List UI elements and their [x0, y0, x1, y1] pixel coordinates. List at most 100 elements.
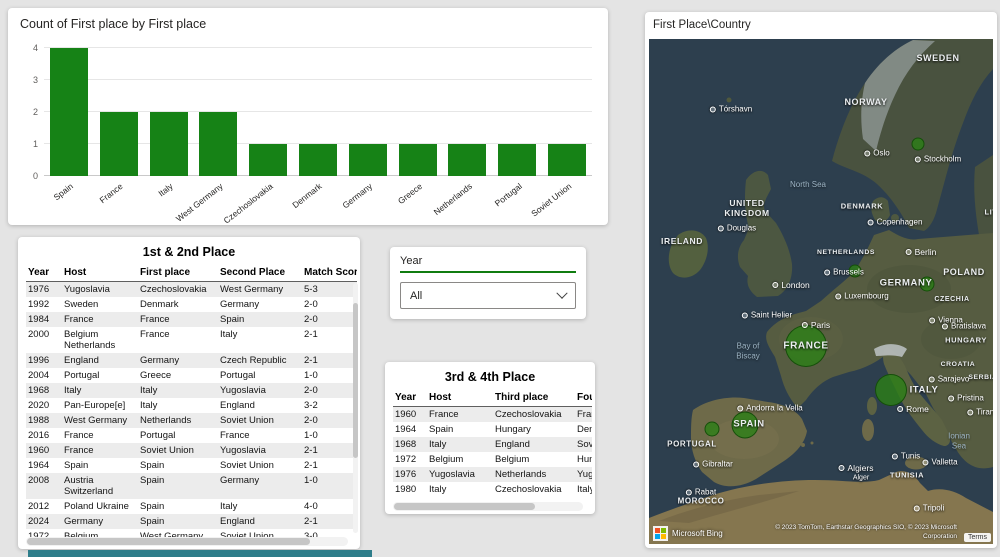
map-region-label: CROATIA — [940, 361, 976, 369]
table-cell: Czechoslovakia — [495, 484, 562, 495]
map-region-label: PORTUGAL — [667, 439, 717, 449]
bar-netherlands[interactable] — [448, 144, 487, 176]
city-name: Alger — [852, 474, 870, 482]
table-cell: Germany — [218, 473, 302, 499]
table-cell: Germany — [220, 299, 260, 310]
scrollbar-thumb[interactable] — [394, 503, 535, 510]
table-cell: 2012 — [28, 501, 50, 512]
table-cell: 3-2 — [304, 400, 318, 411]
x-slot: Denmark — [291, 178, 343, 224]
table-row[interactable]: 1984 France France Spain 2-0 — [26, 312, 357, 327]
map-region-label: LIT — [984, 207, 993, 217]
table-row[interactable]: 1996 England Germany Czech Republic 2-1 — [26, 353, 357, 368]
bar-west-germany[interactable] — [199, 112, 238, 176]
city-dot-icon — [693, 461, 700, 467]
bar-slot — [343, 144, 393, 176]
map-city-label: Tunis — [891, 452, 920, 461]
table-row[interactable]: 1976YugoslaviaNetherlandsYugoslavia — [393, 467, 592, 482]
city-dot-icon — [928, 376, 935, 382]
city-name: Luxembourg — [844, 291, 889, 301]
table-cell: Pan-Europe[e] — [64, 400, 126, 411]
map-city-label: Valletta — [922, 458, 958, 467]
bar-portugal[interactable] — [498, 144, 537, 176]
city-dot-icon — [824, 269, 831, 275]
table-cell: West Germany — [218, 281, 302, 297]
table-cell: 1992 — [28, 299, 50, 310]
table-row[interactable]: 2004 Portugal Greece Portugal 1-0 — [26, 368, 357, 383]
map-region-label: POLAND — [943, 266, 985, 277]
map-canvas[interactable]: SWEDEN NORWAY DENMARK UNITED KINGDOM IRELAND… — [649, 39, 993, 544]
table-row[interactable]: 2000 Belgium Netherlands France Italy 2-1 — [26, 327, 357, 353]
bar-greece[interactable] — [398, 144, 437, 176]
table-cell: 1-0 — [304, 430, 318, 441]
table-cell: 2-0 — [302, 383, 357, 398]
bar-france[interactable] — [99, 112, 138, 176]
table-cell: 2-1 — [302, 353, 357, 368]
table-cell: Denmark — [577, 424, 592, 435]
column-header[interactable]: First place — [138, 264, 218, 282]
table-cell: 2-0 — [302, 312, 357, 327]
table-row[interactable]: 1992 Sweden Denmark Germany 2-0 — [26, 297, 357, 312]
table-cell: England — [218, 514, 302, 529]
column-header[interactable]: Third place — [493, 389, 575, 407]
table-3rd-4th: YearHostThird placeFourth Place1960Franc… — [393, 389, 592, 497]
table-row[interactable]: 1968ItalyEnglandSoviet Union — [393, 437, 592, 452]
bar-soviet-union[interactable] — [548, 144, 587, 176]
column-header[interactable]: Host — [427, 389, 493, 407]
city-dot-icon — [948, 395, 955, 401]
x-slot: France — [94, 178, 144, 224]
bing-logo[interactable]: Microsoft Bing — [653, 526, 723, 541]
column-header[interactable]: Second Place — [218, 264, 302, 282]
table-row[interactable]: 1964 Spain Hungary Denmark — [393, 422, 592, 437]
city-dot-icon — [922, 459, 929, 465]
table-row[interactable]: 2016 France Portugal France 1-0 — [26, 428, 357, 443]
bar-germany[interactable] — [348, 144, 387, 176]
horizontal-scrollbar[interactable] — [26, 537, 348, 546]
city-dot-icon — [905, 249, 912, 255]
year-dropdown[interactable]: All — [400, 282, 576, 309]
table-cell: France — [64, 430, 94, 441]
scrollbar-thumb[interactable] — [27, 538, 311, 545]
bar-spain[interactable] — [49, 48, 88, 176]
table-row[interactable]: 1988 West Germany Netherlands Soviet Union 2… — [26, 413, 357, 428]
table-row[interactable]: 1964 Spain Spain Soviet Union 2-1 — [26, 458, 357, 473]
column-header[interactable]: Match Score — [302, 264, 357, 282]
map-region-label: NORWAY — [844, 96, 888, 107]
vertical-scrollbar[interactable] — [353, 283, 358, 533]
bing-label: Microsoft Bing — [672, 529, 723, 538]
table-row[interactable]: 2024 Germany Spain England 2-1 — [26, 514, 357, 529]
table-cell: Belgium — [429, 454, 464, 465]
city-dot-icon — [737, 405, 744, 411]
column-header[interactable]: Year — [26, 264, 62, 282]
column-header[interactable]: Fourth Place — [575, 389, 592, 407]
y-tick-label: 4 — [32, 43, 38, 53]
map-region-label: SPAIN — [733, 418, 765, 430]
map-city-label: Copenhagen — [867, 218, 922, 227]
table-row[interactable]: 2020 Pan-Europe[e] Italy England 3-2 — [26, 398, 357, 413]
scrollbar-thumb[interactable] — [353, 303, 358, 458]
map-city-label: Douglas — [717, 224, 756, 233]
city-dot-icon — [801, 322, 808, 328]
horizontal-scrollbar[interactable] — [393, 502, 583, 511]
table-row[interactable]: 1976 Yugoslavia Czechoslovakia West Germany… — [26, 281, 357, 297]
bar-chart-bars — [44, 48, 592, 176]
city-dot-icon — [891, 453, 898, 459]
bar-italy[interactable] — [149, 112, 188, 176]
x-axis-label: Germany — [340, 181, 374, 211]
table-row[interactable]: 1968 Italy Italy Yugoslavia 2-0 — [26, 383, 357, 398]
table-row[interactable]: 1960 France Soviet Union Yugoslavia 2-1 — [26, 443, 357, 458]
column-header[interactable]: Host — [62, 264, 138, 282]
map-region-label: SERBIA — [968, 374, 993, 382]
city-name: Saint Helier — [750, 310, 793, 320]
column-header[interactable]: Year — [393, 389, 427, 407]
terms-link[interactable]: Terms — [963, 533, 991, 542]
table-row[interactable]: 2008 Austria Switzerland Spain Germany 1-0 — [26, 473, 357, 499]
table-row[interactable]: 2012 Poland Ukraine Spain Italy 4-0 — [26, 499, 357, 514]
bar-denmark[interactable] — [298, 144, 337, 176]
table-row[interactable]: 1972 Belgium Belgium Hungary — [393, 452, 592, 467]
city-dot-icon — [709, 106, 716, 112]
bar-czechoslovakia[interactable] — [249, 144, 288, 176]
table-row[interactable]: 1960FranceCzechoslovakiaFrance — [393, 406, 592, 422]
table-row[interactable]: 1980 Italy Czechoslovakia Italy — [393, 482, 592, 497]
table-cell: France — [575, 406, 592, 422]
